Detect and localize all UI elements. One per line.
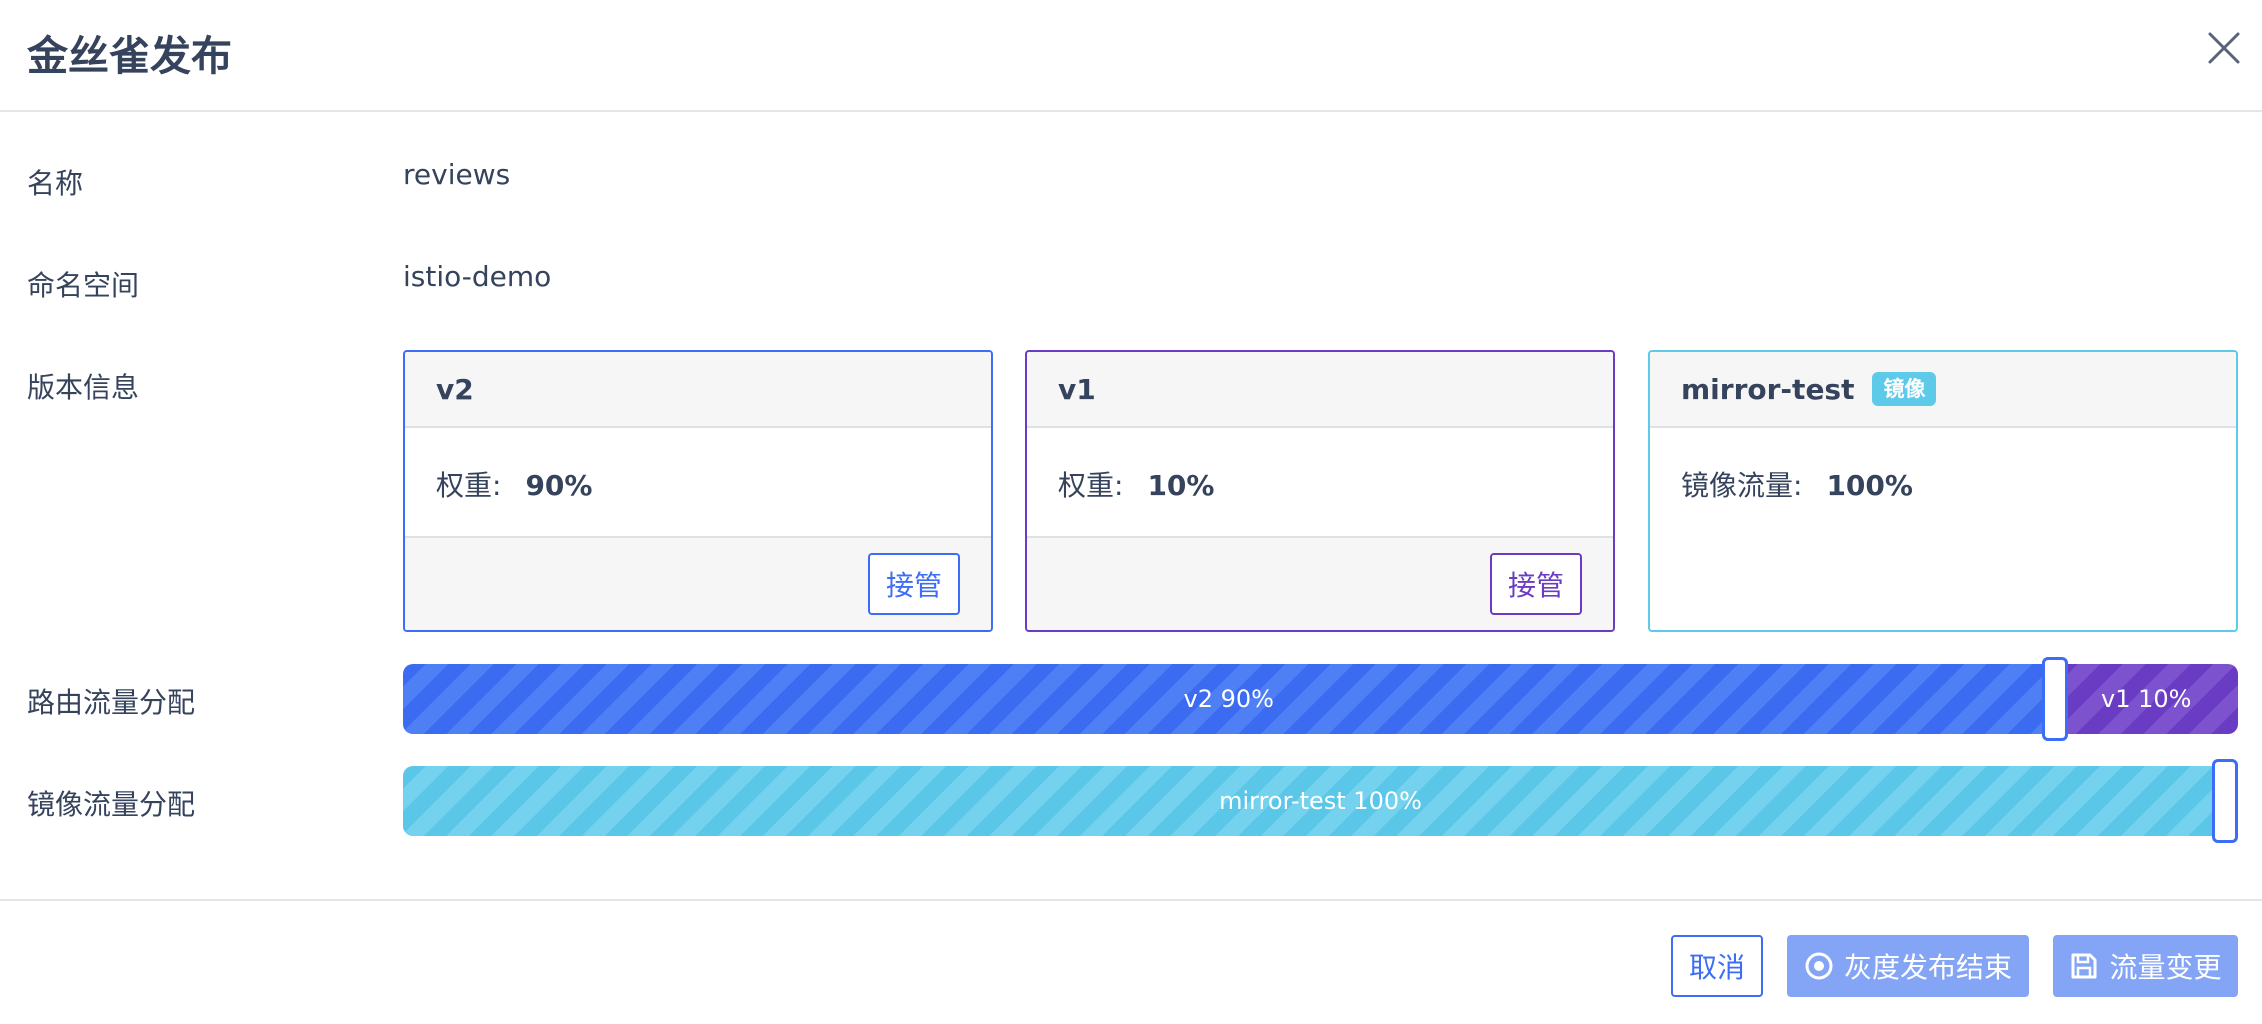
cancel-label: 取消 [1688,951,1745,984]
routing-traffic-bar[interactable]: v2 90% v1 10% [403,657,2238,741]
cancel-button[interactable]: 取消 [1671,935,1763,997]
canary-release-dialog: 金丝雀发布 名称 reviews 命名空间 istio-demo 版本信息 v2… [0,0,2262,1024]
mirror-segment: mirror-test 100% [403,766,2238,836]
version-weight: 权重: 10% [1058,464,1214,504]
routing-segment-v1: v1 10% [2054,664,2238,734]
version-card-header: mirror-test 镜像 [1650,352,2236,428]
weight-label: 权重: [436,469,502,502]
version-card-v2: v2 权重: 90% 接管 [403,350,993,632]
version-card-footer: 接管 [1027,536,1613,630]
change-traffic-label: 流量变更 [2109,951,2222,984]
version-card-header: v1 [1027,352,1613,428]
version-card-v1: v1 权重: 10% 接管 [1025,350,1615,632]
version-weight: 权重: 90% [436,464,592,504]
version-card-header: v2 [405,352,991,428]
stop-circle-icon [1805,952,1833,980]
mirror-traffic: 镜像流量: 100% [1681,464,1913,504]
version-card-footer: 接管 [405,536,991,630]
mirror-badge: 镜像 [1872,372,1937,406]
dialog-header: 金丝雀发布 [0,0,2262,112]
version-card-mirror-test: mirror-test 镜像 镜像流量: 100% [1648,350,2238,632]
namespace-label: 命名空间 [27,269,140,302]
weight-label: 权重: [1058,469,1124,502]
mirror-traffic-value: 100% [1826,469,1913,502]
end-canary-button[interactable]: 灰度发布结束 [1787,935,2029,997]
dialog-title: 金丝雀发布 [27,32,232,80]
footer-divider [0,899,2262,901]
end-canary-label: 灰度发布结束 [1843,951,2012,984]
change-traffic-button[interactable]: 流量变更 [2053,935,2238,997]
mirror-traffic-label: 镜像流量: [1681,469,1803,502]
name-value: reviews [403,158,511,191]
takeover-button-v2[interactable]: 接管 [868,553,960,615]
close-button[interactable] [2204,28,2244,68]
mirror-traffic-distribution-label: 镜像流量分配 [27,788,196,821]
mirror-traffic-bar[interactable]: mirror-test 100% [403,759,2238,843]
takeover-button-v1[interactable]: 接管 [1490,553,1582,615]
routing-segment-v2: v2 90% [403,664,2055,734]
close-icon [2208,32,2240,64]
weight-value: 10% [1147,469,1215,502]
mirror-split-handle[interactable] [2212,759,2238,843]
namespace-value: istio-demo [403,260,552,293]
version-name: v2 [436,372,474,406]
save-icon [2071,953,2097,979]
routing-split-handle[interactable] [2041,657,2068,741]
name-label: 名称 [27,167,84,200]
version-name: mirror-test [1681,372,1855,406]
weight-value: 90% [525,469,593,502]
versions-label: 版本信息 [27,371,140,404]
routing-traffic-label: 路由流量分配 [27,686,196,719]
version-name: v1 [1058,372,1096,406]
